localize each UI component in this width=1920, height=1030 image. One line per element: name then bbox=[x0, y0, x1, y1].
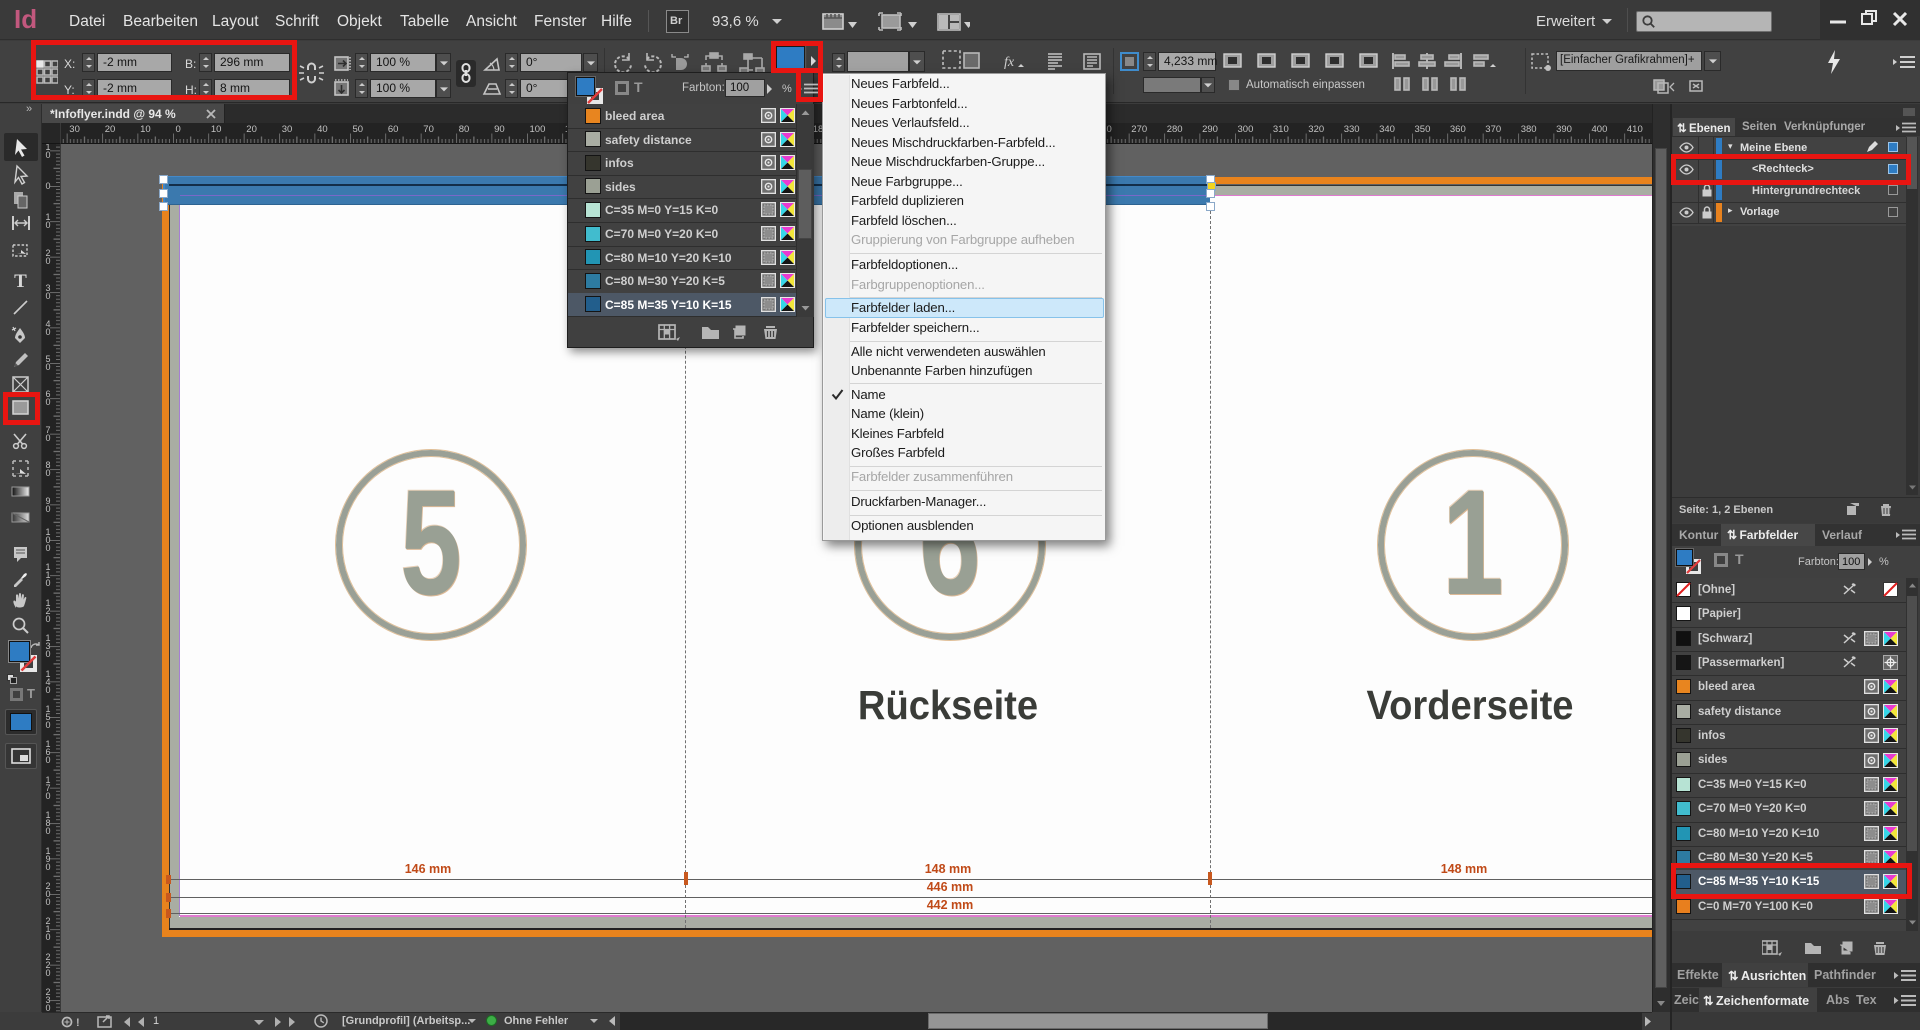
svg-text:T: T bbox=[14, 271, 27, 291]
svg-text:!: ! bbox=[76, 1017, 80, 1029]
svg-text:fx: fx bbox=[1004, 55, 1015, 70]
